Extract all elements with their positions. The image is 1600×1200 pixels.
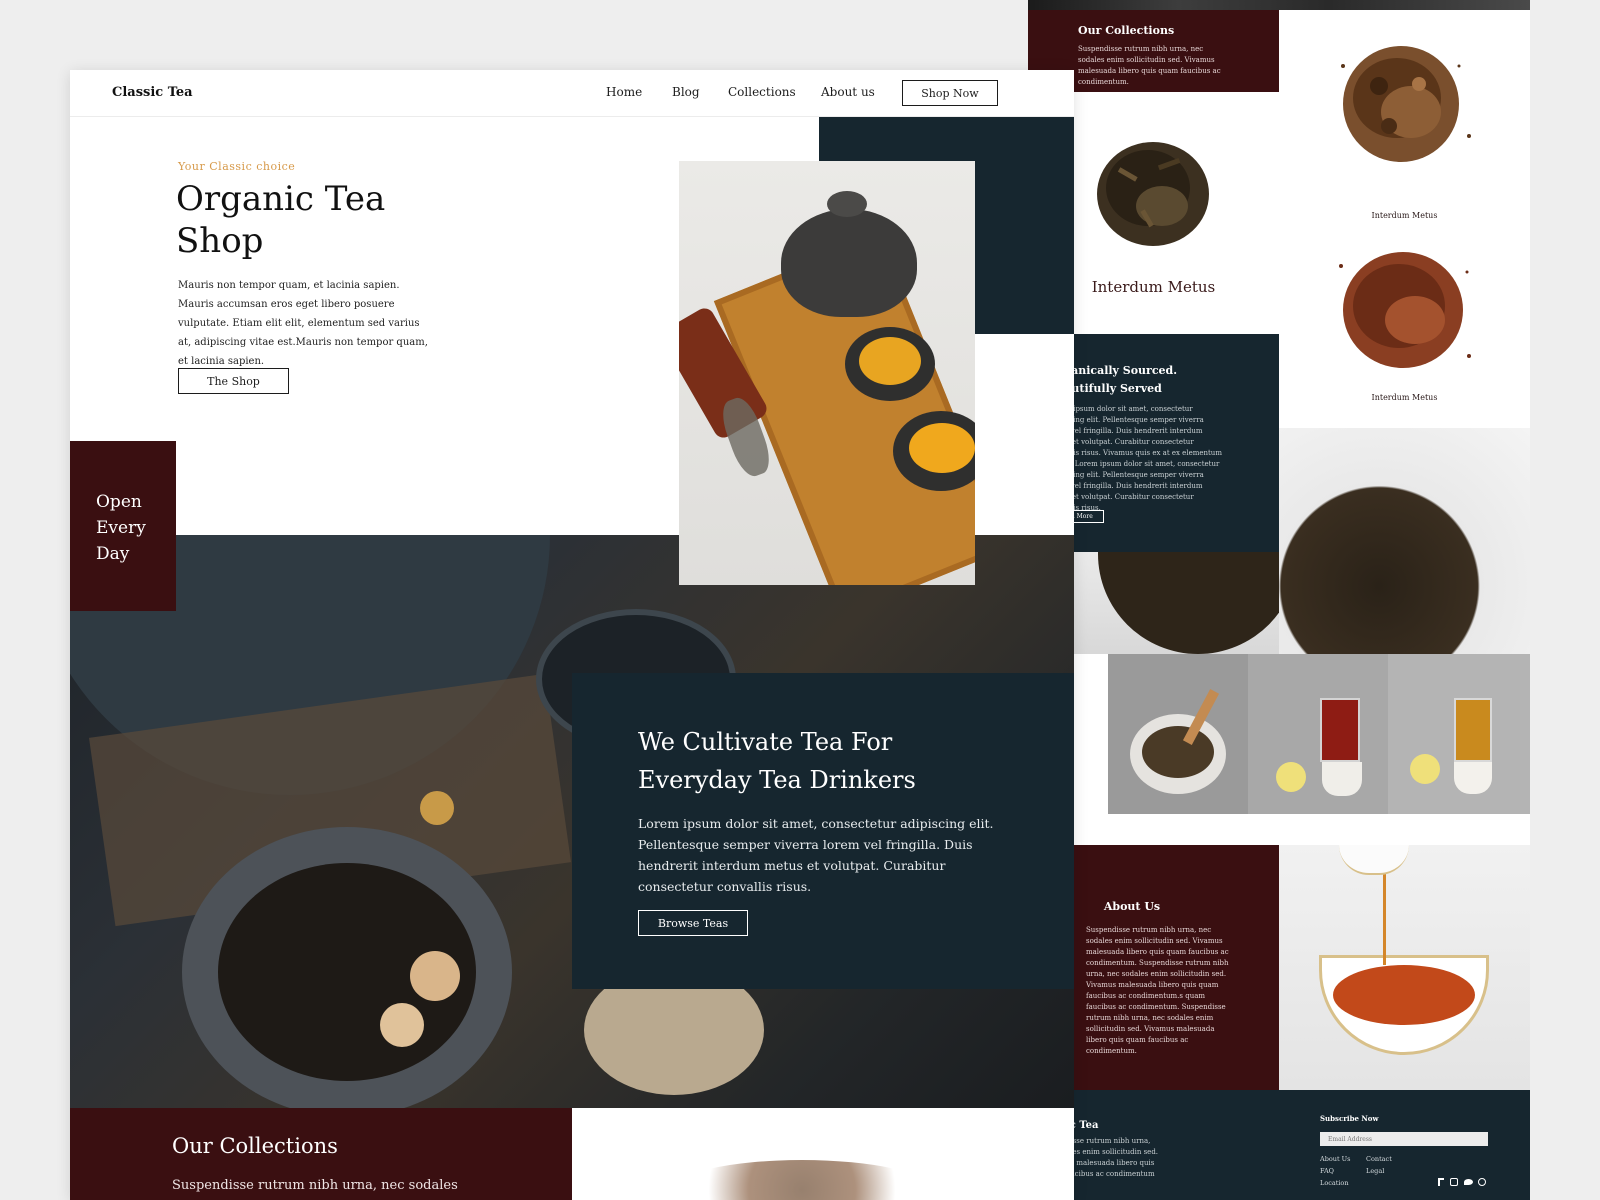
nav-link-collections[interactable]: Collections: [728, 85, 796, 99]
sourced-text: Lorem ipsum dolor sit amet, consectetur …: [1048, 405, 1222, 512]
shop-now-button[interactable]: Shop Now: [902, 80, 998, 106]
tea-pile-big-image: [1097, 142, 1209, 246]
dried-fruit-c: [420, 791, 454, 825]
top-photo-strip: [1028, 0, 1530, 10]
collections-title: Our Collections: [1078, 24, 1175, 37]
hero-title-line1: Organic Tea: [176, 179, 386, 219]
about-text: Suspendisse rutrum nibh urna, nec sodale…: [1086, 926, 1229, 1055]
browse-teas-button[interactable]: Browse Teas: [638, 910, 748, 936]
nav-link-home[interactable]: Home: [606, 85, 642, 99]
tea-pour-liquid: [1333, 965, 1475, 1025]
product-b-label: Interdum Metus: [1371, 393, 1438, 402]
dried-fruit-a: [410, 951, 460, 1001]
cultivate-card: We Cultivate Tea For Everyday Tea Drinke…: [572, 673, 1074, 989]
hero-teapot-photo: [679, 161, 975, 585]
tea-pile-a-image: [1341, 46, 1471, 162]
cultivate-title-line2: Everyday Tea Drinkers: [638, 766, 916, 794]
collections-image-area: [572, 1108, 1074, 1200]
product-card-b[interactable]: Interdum Metus: [1279, 228, 1530, 418]
navbar: Classic Tea Home Blog Collections About …: [70, 70, 1074, 117]
cultivate-text: Lorem ipsum dolor sit amet, consectetur …: [638, 816, 994, 894]
instagram-icon[interactable]: [1450, 1178, 1458, 1186]
red-tea-glass: [1320, 698, 1360, 762]
mortar-tea: [1142, 726, 1214, 778]
back-page: Our Collections Suspendisse rutrum nibh …: [1028, 0, 1530, 1200]
twitter-icon[interactable]: [1464, 1179, 1473, 1185]
photo-mortar: [1108, 654, 1248, 814]
collections-subtext: Suspendisse rutrum nibh urna, nec sodale…: [172, 1178, 458, 1193]
photo-red-tea: [1248, 654, 1388, 814]
the-shop-button[interactable]: The Shop: [178, 368, 289, 394]
footer-text: disse rutrum nibh urna, ales enim sollic…: [1066, 1137, 1159, 1178]
lemon-slice-b: [1410, 754, 1440, 784]
footer: ic Tea disse rutrum nibh urna, ales enim…: [1028, 1090, 1530, 1200]
collections-text: Suspendisse rutrum nibh urna, nec sodale…: [1078, 45, 1221, 86]
teapot: [781, 209, 917, 317]
tea-bowl-shape: [1098, 552, 1279, 654]
collections-tea-pile: [672, 1160, 932, 1200]
front-page: Classic Tea Home Blog Collections About …: [70, 70, 1074, 1200]
hero-eyebrow: Your Classic choice: [178, 160, 296, 173]
footer-link-legal[interactable]: Legal: [1366, 1166, 1384, 1177]
email-input[interactable]: [1320, 1132, 1488, 1146]
footer-link-about[interactable]: About Us: [1320, 1154, 1350, 1165]
tea-pour-photo: [1279, 845, 1530, 1090]
hero-text: Mauris non tempor quam, et lacinia sapie…: [178, 280, 428, 367]
amber-tea-cup: [1454, 762, 1492, 794]
dribbble-icon[interactable]: [1478, 1178, 1486, 1186]
lemon-slice-a: [1276, 762, 1306, 792]
open-line1: Open: [96, 492, 142, 512]
tea-cup-a-liquid: [859, 337, 921, 385]
teapot-lid: [827, 191, 867, 217]
footer-link-location[interactable]: Location: [1320, 1178, 1349, 1189]
photo-amber-tea: [1388, 654, 1530, 814]
collections-heading: Our Collections: [172, 1134, 338, 1158]
hero-title-line2: Shop: [176, 221, 264, 261]
teapot-spout: [1339, 845, 1409, 875]
amber-tea-glass: [1454, 698, 1492, 762]
tea-pile-b-image: [1339, 252, 1471, 368]
product-card-a[interactable]: Interdum Metus: [1279, 10, 1530, 220]
red-tea-cup: [1322, 762, 1362, 796]
open-every-day-card: Open Every Day: [70, 441, 176, 611]
tea-cup-b-liquid: [909, 423, 975, 473]
dried-fruit-b: [380, 1003, 424, 1047]
footer-link-contact[interactable]: Contact: [1366, 1154, 1392, 1165]
open-line2: Every: [96, 518, 146, 538]
product-a-label: Interdum Metus: [1371, 211, 1438, 220]
open-line3: Day: [96, 544, 130, 564]
footer-link-faq[interactable]: FAQ: [1320, 1166, 1334, 1177]
cultivate-title-line1: We Cultivate Tea For: [638, 728, 893, 756]
facebook-icon[interactable]: [1438, 1178, 1444, 1186]
tea-pour-stream: [1383, 865, 1386, 965]
loose-tea-photo: [1279, 428, 1530, 654]
collections-section: Our Collections Suspendisse rutrum nibh …: [70, 1108, 572, 1200]
nav-link-blog[interactable]: Blog: [672, 85, 700, 99]
subscribe-title: Subscribe Now: [1320, 1114, 1379, 1123]
nav-link-about[interactable]: About us: [821, 85, 875, 99]
brand-logo[interactable]: Classic Tea: [112, 85, 193, 100]
